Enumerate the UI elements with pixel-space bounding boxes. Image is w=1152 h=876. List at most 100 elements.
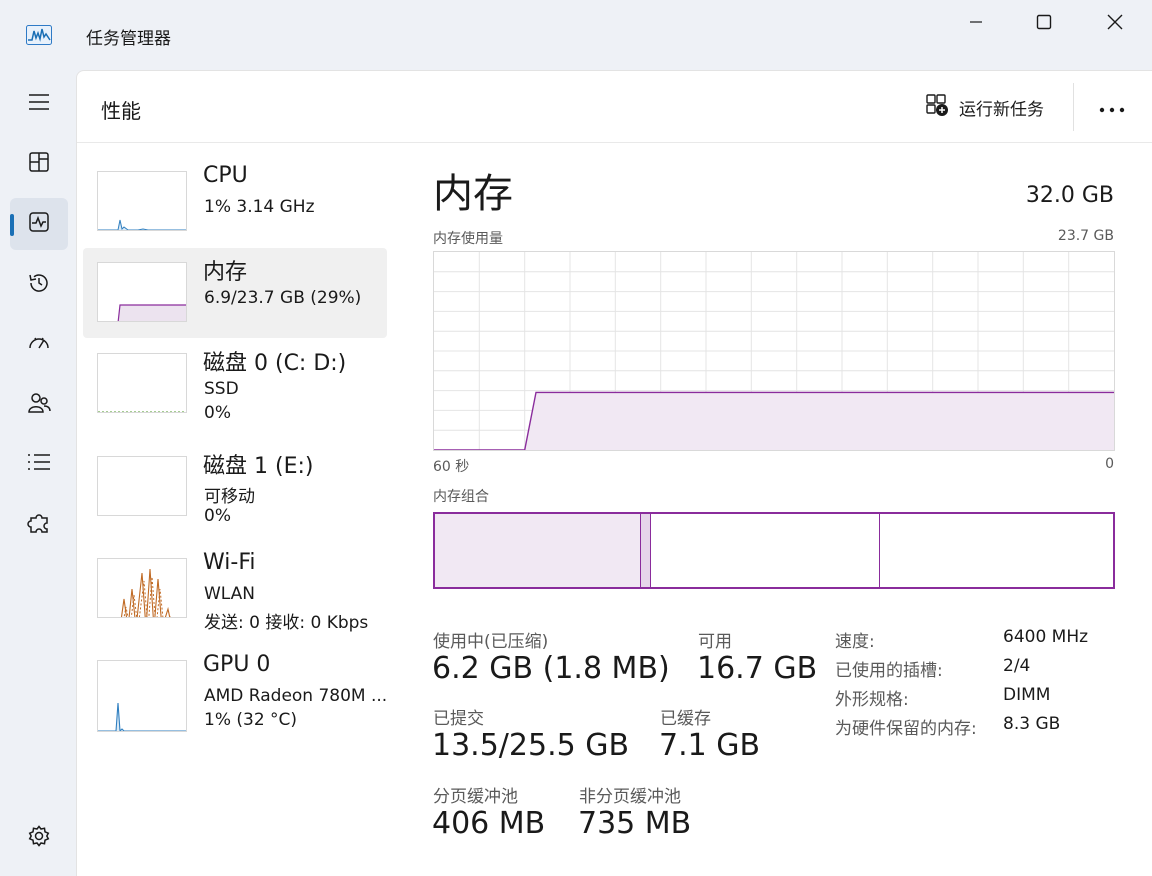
composition-in-use-segment bbox=[435, 514, 642, 587]
total-memory: 32.0 GB bbox=[1025, 183, 1114, 208]
cached-label: 已缓存 bbox=[660, 709, 711, 729]
in-use-value: 6.2 GB (1.8 MB) bbox=[432, 651, 670, 686]
wifi-thumbnail-graph bbox=[97, 558, 187, 618]
available-label: 可用 bbox=[698, 632, 732, 652]
device-name: GPU 0 bbox=[203, 652, 271, 677]
gpu-thumbnail-graph bbox=[97, 660, 187, 732]
minimize-button[interactable] bbox=[962, 10, 990, 38]
more-options-icon bbox=[1099, 98, 1125, 117]
title-bar: 任务管理器 bbox=[0, 0, 1152, 68]
hardware-reserved-label: 为硬件保留的内存: bbox=[835, 719, 977, 739]
nav-services[interactable] bbox=[10, 499, 68, 551]
device-name: Wi-Fi bbox=[203, 550, 256, 575]
disk-1-thumbnail-graph bbox=[97, 456, 187, 516]
device-item-disk-1[interactable]: 磁盘 1 (E:) 可移动 0% bbox=[83, 442, 387, 532]
details-list-icon bbox=[27, 453, 51, 475]
device-detail: 可移动 bbox=[204, 487, 255, 507]
device-item-cpu[interactable]: CPU 1% 3.14 GHz bbox=[83, 157, 387, 247]
device-name: 内存 bbox=[203, 260, 248, 285]
device-item-wifi[interactable]: Wi-Fi WLAN 发送: 0 接收: 0 Kbps bbox=[83, 544, 387, 634]
nav-menu-button[interactable] bbox=[10, 78, 68, 130]
main-panel: 性能 运行新任务 CPU 1% 3.14 GHz 内存 6.9/23.7 GB … bbox=[76, 70, 1152, 876]
composition-standby-segment bbox=[651, 514, 881, 587]
composition-free-segment bbox=[880, 514, 1113, 587]
device-name: 磁盘 1 (E:) bbox=[203, 454, 314, 479]
graph-time-end: 0 bbox=[1105, 456, 1114, 472]
device-usage: 0% bbox=[204, 506, 231, 526]
device-usage: 1% (32 °C) bbox=[204, 710, 298, 730]
device-detail: SSD bbox=[204, 379, 239, 399]
form-factor-label: 外形规格: bbox=[835, 690, 909, 710]
device-detail: 1% 3.14 GHz bbox=[204, 197, 315, 217]
device-detail: WLAN bbox=[204, 584, 256, 604]
cpu-thumbnail-graph bbox=[97, 171, 187, 231]
device-item-gpu-0[interactable]: GPU 0 AMD Radeon 780M ... 1% (32 °C) bbox=[83, 646, 387, 736]
nav-users[interactable] bbox=[10, 379, 68, 431]
page-header: 性能 运行新任务 bbox=[77, 71, 1152, 143]
run-new-task-label: 运行新任务 bbox=[959, 99, 1044, 120]
history-clock-icon bbox=[27, 271, 51, 299]
committed-label: 已提交 bbox=[433, 709, 484, 729]
task-manager-app-icon bbox=[26, 25, 52, 45]
nonpaged-pool-label: 非分页缓冲池 bbox=[579, 787, 681, 807]
minimize-icon bbox=[968, 14, 984, 34]
hamburger-menu-icon bbox=[28, 93, 50, 115]
performance-pulse-icon bbox=[28, 211, 50, 237]
device-detail: AMD Radeon 780M ... bbox=[204, 686, 388, 706]
device-item-disk-0[interactable]: 磁盘 0 (C: D:) SSD 0% bbox=[83, 339, 387, 429]
paged-pool-value: 406 MB bbox=[432, 806, 546, 841]
header-divider bbox=[1073, 83, 1074, 131]
nav-processes[interactable] bbox=[10, 138, 68, 190]
nav-performance[interactable] bbox=[10, 198, 68, 250]
page-title: 性能 bbox=[101, 99, 141, 123]
memory-usage-graph bbox=[433, 251, 1115, 451]
usage-graph-max: 23.7 GB bbox=[1057, 228, 1114, 244]
maximize-icon bbox=[1036, 14, 1052, 34]
close-button[interactable] bbox=[1101, 10, 1129, 38]
speed-value: 6400 MHz bbox=[1003, 627, 1089, 647]
in-use-label: 使用中(已压缩) bbox=[433, 632, 549, 652]
composition-modified-segment bbox=[641, 514, 652, 587]
speedometer-icon bbox=[27, 331, 51, 357]
slots-used-label: 已使用的插槽: bbox=[835, 661, 943, 681]
nonpaged-pool-value: 735 MB bbox=[578, 806, 692, 841]
form-factor-value: DIMM bbox=[1003, 685, 1051, 705]
graph-time-start: 60 秒 bbox=[433, 459, 470, 475]
memory-usage-chart bbox=[434, 252, 1114, 451]
window-title: 任务管理器 bbox=[86, 29, 171, 49]
maximize-button[interactable] bbox=[1030, 10, 1058, 38]
processes-grid-icon bbox=[28, 151, 50, 177]
speed-label: 速度: bbox=[835, 632, 875, 652]
device-throughput: 发送: 0 接收: 0 Kbps bbox=[204, 613, 369, 633]
composition-label: 内存组合 bbox=[433, 489, 489, 505]
nav-details[interactable] bbox=[10, 438, 68, 490]
nav-startup-apps[interactable] bbox=[10, 318, 68, 370]
nav-settings[interactable] bbox=[10, 812, 68, 864]
device-item-memory[interactable]: 内存 6.9/23.7 GB (29%) bbox=[83, 248, 387, 338]
usage-graph-label: 内存使用量 bbox=[433, 231, 503, 247]
disk-0-thumbnail-graph bbox=[97, 353, 187, 413]
committed-value: 13.5/25.5 GB bbox=[432, 728, 630, 763]
close-icon bbox=[1107, 14, 1123, 34]
paged-pool-label: 分页缓冲池 bbox=[433, 787, 518, 807]
memory-thumbnail-graph bbox=[97, 262, 187, 322]
active-indicator bbox=[10, 214, 14, 236]
device-usage: 0% bbox=[204, 403, 231, 423]
new-task-icon bbox=[925, 93, 949, 122]
device-name: CPU bbox=[203, 163, 248, 188]
puzzle-piece-icon bbox=[27, 511, 51, 539]
detail-title: 内存 bbox=[433, 171, 513, 217]
available-value: 16.7 GB bbox=[697, 651, 818, 686]
slots-used-value: 2/4 bbox=[1003, 656, 1031, 676]
gear-icon bbox=[28, 825, 50, 851]
device-name: 磁盘 0 (C: D:) bbox=[203, 351, 347, 376]
hardware-reserved-value: 8.3 GB bbox=[1003, 714, 1061, 734]
run-new-task-button[interactable]: 运行新任务 bbox=[925, 93, 1044, 121]
memory-composition-bar bbox=[433, 512, 1115, 589]
nav-app-history[interactable] bbox=[10, 259, 68, 311]
users-icon bbox=[27, 392, 51, 418]
device-detail: 6.9/23.7 GB (29%) bbox=[204, 288, 362, 308]
cached-value: 7.1 GB bbox=[659, 728, 761, 763]
memory-usage-area bbox=[434, 392, 1114, 450]
more-options-button[interactable] bbox=[1095, 91, 1129, 123]
